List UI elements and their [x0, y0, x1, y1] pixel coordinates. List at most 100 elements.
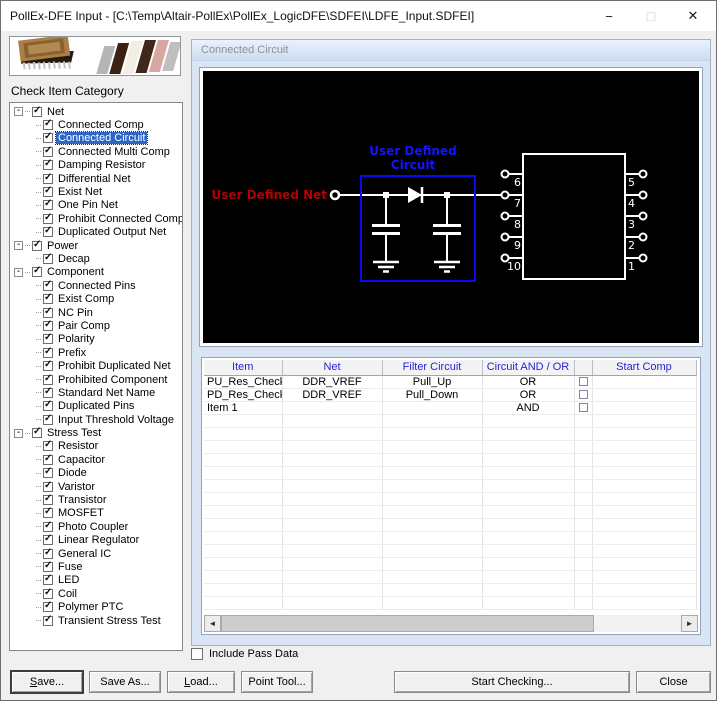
tree-checkbox[interactable] — [43, 359, 53, 372]
include-pass-data-box[interactable] — [191, 648, 203, 660]
tree-item-label[interactable]: Decap — [56, 253, 92, 265]
tree-checkbox[interactable] — [43, 466, 53, 479]
tree-item-label[interactable]: General IC — [56, 548, 113, 560]
column-header[interactable]: Start Comp — [592, 360, 697, 376]
cell-checkbox[interactable] — [574, 375, 593, 389]
tree-checkbox[interactable] — [43, 158, 53, 171]
scrollbar-track[interactable] — [221, 615, 681, 632]
collapse-icon[interactable] — [14, 241, 23, 251]
tree-checkbox[interactable] — [43, 520, 53, 532]
tree-item[interactable]: Resistor — [11, 439, 182, 453]
tree-checkbox[interactable] — [43, 279, 53, 291]
cell-checkbox[interactable] — [574, 401, 593, 415]
tree-item[interactable]: Connected Pins — [11, 279, 182, 292]
tree-item-label[interactable]: Polarity — [56, 333, 97, 345]
tree-item[interactable]: Coil — [11, 587, 182, 600]
tree-checkbox[interactable] — [43, 573, 53, 586]
cell-start[interactable] — [592, 401, 697, 415]
tree-checkbox[interactable] — [43, 306, 53, 318]
tree-item[interactable]: Standard Net Name — [11, 386, 182, 399]
tree-item-label[interactable]: Differential Net — [56, 173, 133, 185]
tree-checkbox[interactable] — [43, 386, 53, 398]
tree-item-label[interactable]: Varistor — [56, 481, 97, 493]
tree-item-label[interactable]: Capacitor — [56, 454, 107, 466]
tree-item[interactable]: Duplicated Pins — [11, 399, 182, 413]
cell-filter[interactable]: Pull_Down — [382, 388, 483, 402]
tree-checkbox[interactable] — [43, 118, 53, 131]
tree-item[interactable]: Transistor — [11, 493, 182, 506]
tree-item[interactable]: Prohibit Connected Comp — [11, 212, 182, 225]
cell-item[interactable]: PU_Res_Check — [204, 375, 283, 389]
tree-item[interactable]: Exist Net — [11, 185, 182, 198]
tree-checkbox[interactable] — [43, 453, 53, 465]
tree-item[interactable]: Fuse — [11, 560, 182, 573]
tree-item-label[interactable]: Coil — [56, 588, 79, 600]
column-header[interactable]: Net — [282, 360, 383, 376]
tree-checkbox[interactable] — [43, 145, 53, 157]
tree-item[interactable]: Input Threshold Voltage — [11, 413, 182, 426]
tree-item-label[interactable]: Connected Pins — [56, 280, 138, 292]
tree-item[interactable]: Prohibited Component — [11, 373, 182, 386]
tree-item[interactable]: Diode — [11, 466, 182, 480]
tree-item[interactable]: MOSFET — [11, 506, 182, 520]
tree-checkbox[interactable] — [43, 533, 53, 546]
tree-item-label[interactable]: Duplicated Pins — [56, 400, 136, 412]
tree-checkbox[interactable] — [43, 506, 53, 519]
tree-checkbox[interactable] — [43, 399, 53, 412]
tree-item[interactable]: Exist Comp — [11, 292, 182, 305]
tree-item[interactable]: General IC — [11, 547, 182, 560]
cell-filter[interactable]: Pull_Up — [382, 375, 483, 389]
horizontal-scrollbar[interactable] — [204, 615, 698, 632]
tree-checkbox[interactable] — [32, 426, 42, 439]
tree-item[interactable]: Varistor — [11, 480, 182, 493]
save-as-button[interactable]: Save As... — [89, 671, 161, 693]
tree-item[interactable]: Differential Net — [11, 172, 182, 185]
tree-item-label[interactable]: Input Threshold Voltage — [56, 414, 176, 426]
collapse-icon[interactable] — [14, 428, 23, 438]
tree-checkbox[interactable] — [43, 587, 53, 599]
tree-item-label[interactable]: Fuse — [56, 561, 84, 573]
tree-item[interactable]: Photo Coupler — [11, 520, 182, 533]
tree-item[interactable]: Transient Stress Test — [11, 614, 182, 627]
tree-checkbox[interactable] — [43, 225, 53, 238]
tree-checkbox[interactable] — [32, 239, 42, 251]
scroll-right-icon[interactable] — [681, 615, 698, 632]
collapse-icon[interactable] — [14, 267, 23, 277]
tree-checkbox[interactable] — [43, 212, 53, 224]
point-tool-button[interactable]: Point Tool... — [241, 671, 313, 693]
tree-checkbox[interactable] — [43, 252, 53, 264]
include-pass-data-checkbox[interactable]: Include Pass Data — [191, 648, 298, 660]
tree-item[interactable]: Component — [11, 265, 182, 279]
tree-item-label[interactable]: Power — [45, 240, 80, 252]
close-icon[interactable] — [672, 1, 714, 31]
column-header[interactable] — [574, 360, 593, 376]
tree-item[interactable]: Prohibit Duplicated Net — [11, 359, 182, 372]
cell-net[interactable] — [282, 401, 383, 415]
cell-net[interactable]: DDR_VREF — [282, 375, 383, 389]
tree-item[interactable]: Decap — [11, 252, 182, 265]
tree-item-label[interactable]: Component — [45, 266, 106, 278]
tree-checkbox[interactable] — [32, 265, 42, 278]
cell-andor[interactable]: AND — [482, 401, 575, 415]
cell-net[interactable]: DDR_VREF — [282, 388, 383, 402]
tree-checkbox[interactable] — [43, 547, 53, 559]
row-checkbox[interactable] — [578, 377, 588, 387]
scrollbar-thumb[interactable] — [221, 615, 594, 632]
tree-checkbox[interactable] — [43, 413, 53, 425]
tree-item[interactable]: Connected Comp — [11, 118, 182, 131]
tree-checkbox[interactable] — [43, 493, 53, 506]
cell-item[interactable]: PD_Res_Check — [204, 388, 283, 402]
tree-checkbox[interactable] — [43, 319, 53, 331]
collapse-icon[interactable] — [14, 107, 23, 117]
scroll-left-icon[interactable] — [204, 615, 221, 632]
tree-checkbox[interactable] — [43, 198, 53, 211]
tree-item-label[interactable]: Damping Resistor — [56, 159, 147, 171]
circuit-canvas[interactable]: User Defined Net User Defined Circuit 6 … — [203, 71, 699, 343]
tree-item-label[interactable]: Stress Test — [45, 427, 103, 439]
tree-item-label[interactable]: Transient Stress Test — [56, 615, 163, 627]
tree-item[interactable]: Connected Multi Comp — [11, 145, 182, 158]
cell-andor[interactable]: OR — [482, 375, 575, 389]
tree-item[interactable]: Prefix — [11, 346, 182, 359]
cell-filter[interactable] — [382, 401, 483, 415]
tree-item[interactable]: NC Pin — [11, 306, 182, 319]
